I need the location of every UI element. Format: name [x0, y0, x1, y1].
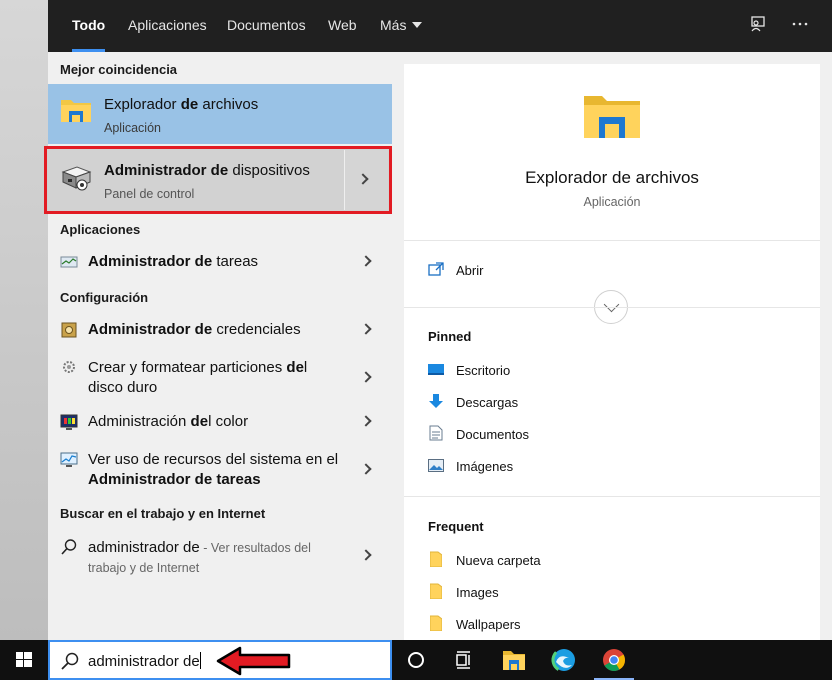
tab-todo[interactable]: Todo	[72, 0, 106, 52]
tab-label: Aplicaciones	[128, 17, 207, 33]
result-label: administrador de - Ver resultados del tra…	[88, 539, 311, 575]
pinned-escritorio[interactable]: Escritorio	[404, 356, 820, 384]
frequent-label: Nueva carpeta	[456, 553, 541, 568]
best-match-heading: Mejor coincidencia	[60, 62, 178, 77]
tab-label: Más	[380, 17, 407, 33]
apps-heading: Aplicaciones	[60, 222, 141, 237]
pinned-label: Escritorio	[456, 363, 511, 378]
result-title: Explorador de archivos	[104, 96, 259, 113]
result-crear-formatear-particiones[interactable]: Crear y formatear particiones del disco d…	[48, 356, 392, 400]
download-icon	[428, 393, 444, 414]
credential-manager-icon	[60, 321, 78, 339]
chevron-right-icon	[360, 549, 372, 561]
pinned-imagenes[interactable]: Imágenes	[404, 452, 820, 480]
result-title: Administrador de dispositivos	[104, 162, 310, 179]
chevron-right-icon	[360, 463, 372, 475]
chevron-right-icon	[360, 371, 372, 383]
search-tabs-bar: Todo Aplicaciones Documentos Web Más	[48, 0, 832, 52]
folder-small-icon	[429, 583, 443, 604]
task-view-icon[interactable]	[440, 640, 488, 680]
tab-mas[interactable]: Más	[380, 0, 423, 52]
tab-label: Web	[328, 17, 357, 33]
preview-title: Explorador de archivos	[525, 168, 699, 187]
result-administrador-tareas[interactable]: Administrador de tareas	[48, 250, 392, 274]
result-web-search[interactable]: administrador de - Ver resultados del tra…	[48, 536, 392, 580]
edge-icon[interactable]	[540, 640, 588, 680]
open-label: Abrir	[456, 263, 484, 278]
search-icon	[60, 651, 80, 676]
tab-web[interactable]: Web	[328, 0, 357, 52]
results-list: Mejor coincidencia Explorador de archivo…	[44, 52, 404, 640]
result-label: Administración del color	[88, 413, 249, 430]
document-icon	[429, 425, 443, 446]
frequent-label: Images	[456, 585, 499, 600]
file-explorer-icon[interactable]	[490, 640, 538, 680]
result-label: Administrador de tareas	[88, 253, 259, 270]
search-icon	[60, 538, 78, 556]
chevron-right-icon	[360, 255, 372, 267]
windows-start-icon[interactable]	[0, 640, 48, 680]
preview-subtitle: Aplicación	[583, 195, 641, 209]
feedback-icon[interactable]	[746, 14, 770, 38]
search-query-text: administrador de	[88, 652, 201, 670]
pinned-documentos[interactable]: Documentos	[404, 420, 820, 448]
tab-label: Documentos	[227, 17, 306, 33]
divider	[404, 307, 820, 308]
tab-aplicaciones[interactable]: Aplicaciones	[128, 0, 207, 52]
settings-heading: Configuración	[60, 290, 149, 305]
pinned-label: Descargas	[456, 395, 519, 410]
taskbar-search-input[interactable]: administrador de	[48, 640, 392, 680]
divider	[404, 240, 820, 241]
result-ver-uso-recursos[interactable]: Ver uso de recursos del sistema en el Adm…	[48, 448, 392, 492]
result-administrador-dispositivos[interactable]: Administrador de dispositivos Panel de c…	[48, 148, 392, 212]
pinned-label: Documentos	[456, 427, 529, 442]
frequent-label: Wallpapers	[456, 617, 521, 632]
result-administracion-color[interactable]: Administración del color	[48, 410, 392, 434]
folder-icon	[60, 96, 92, 124]
frequent-images[interactable]: Images	[404, 578, 820, 606]
device-manager-icon	[60, 164, 92, 194]
result-label: Ver uso de recursos del sistema en el Adm…	[88, 451, 339, 488]
color-management-icon	[60, 413, 78, 431]
more-options-icon[interactable]	[788, 14, 812, 38]
chevron-down-icon	[412, 22, 423, 28]
pinned-label: Imágenes	[456, 459, 514, 474]
result-explorador-archivos[interactable]: Explorador de archivos Aplicación	[48, 84, 392, 144]
result-subtitle: Aplicación	[104, 121, 161, 135]
chrome-icon[interactable]	[590, 640, 638, 680]
desktop-background	[0, 0, 48, 640]
resource-monitor-icon	[60, 450, 78, 468]
web-search-heading: Buscar en el trabajo y en Internet	[60, 506, 266, 521]
open-button[interactable]: Abrir	[404, 254, 820, 286]
tab-documentos[interactable]: Documentos	[227, 0, 306, 52]
annotation-arrow	[216, 646, 292, 680]
expand-result-button[interactable]	[344, 150, 388, 210]
frequent-nueva-carpeta[interactable]: Nueva carpeta	[404, 546, 820, 574]
cortana-icon[interactable]	[392, 640, 440, 680]
tab-label: Todo	[72, 17, 106, 33]
task-manager-icon	[60, 253, 78, 271]
search-panel: Todo Aplicaciones Documentos Web Más Mej…	[44, 0, 832, 640]
pinned-descargas[interactable]: Descargas	[404, 388, 820, 416]
chevron-right-icon	[357, 173, 369, 185]
result-administrador-credenciales[interactable]: Administrador de credenciales	[48, 318, 392, 342]
frequent-wallpapers[interactable]: Wallpapers	[404, 610, 820, 638]
chevron-right-icon	[360, 323, 372, 335]
preview-pane: Explorador de archivos Aplicación Abrir …	[404, 64, 820, 640]
desktop-icon	[428, 363, 444, 382]
open-icon	[428, 262, 444, 281]
result-subtitle: Panel de control	[104, 187, 195, 201]
result-label: Administrador de credenciales	[88, 321, 301, 338]
folder-large-icon	[584, 92, 640, 138]
divider	[404, 496, 820, 497]
result-label: Crear y formatear particiones del disco d…	[88, 359, 308, 396]
pictures-icon	[428, 459, 444, 477]
partition-icon	[60, 358, 78, 376]
chevron-right-icon	[360, 415, 372, 427]
folder-small-icon	[429, 615, 443, 636]
pinned-heading: Pinned	[428, 329, 472, 344]
taskbar: administrador de	[0, 640, 832, 680]
frequent-heading: Frequent	[428, 519, 484, 534]
folder-small-icon	[429, 551, 443, 572]
